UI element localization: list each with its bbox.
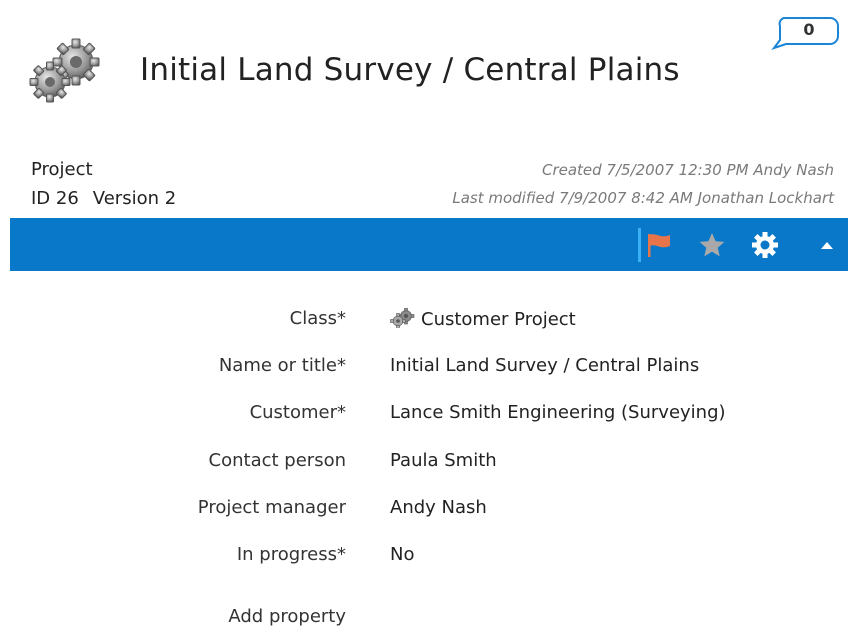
property-label: Contact person	[208, 450, 346, 471]
object-id: ID 26	[31, 188, 79, 209]
property-value-contact-person[interactable]: Paula Smith	[390, 450, 497, 471]
property-value-project-manager[interactable]: Andy Nash	[390, 497, 487, 518]
property-row-contact-person: Contact person Paula Smith	[0, 450, 848, 480]
add-property-link[interactable]: Add property	[228, 606, 346, 627]
comments-badge[interactable]: 0	[770, 14, 840, 50]
object-id-version: ID 26 Version 2	[31, 188, 176, 209]
gears-icon	[390, 307, 416, 333]
created-info: Created 7/5/2007 12:30 PM Andy Nash	[541, 161, 834, 179]
property-value-text: Customer Project	[421, 309, 576, 330]
property-value-class[interactable]: Customer Project	[390, 307, 576, 333]
property-value-customer[interactable]: Lance Smith Engineering (Surveying)	[390, 402, 726, 423]
property-label: Name or title*	[218, 355, 346, 376]
property-row-project-manager: Project manager Andy Nash	[0, 497, 848, 527]
star-icon[interactable]	[697, 231, 727, 259]
property-row-class: Class* Customer Project	[0, 307, 848, 338]
property-label: Class*	[289, 308, 346, 329]
flag-icon[interactable]	[644, 231, 674, 259]
property-row-customer: Customer* Lance Smith Engineering (Surve…	[0, 402, 848, 432]
toolbar	[10, 218, 848, 271]
page-title: Initial Land Survey / Central Plains	[140, 52, 680, 88]
property-row-name: Name or title* Initial Land Survey / Cen…	[0, 355, 848, 385]
object-version[interactable]: Version 2	[93, 188, 176, 209]
gears-icon	[26, 38, 110, 108]
comment-count: 0	[803, 20, 815, 39]
property-label: Project manager	[197, 497, 346, 518]
property-label: Customer*	[249, 402, 346, 423]
object-type: Project	[31, 159, 93, 180]
gear-icon[interactable]	[750, 231, 780, 259]
property-row-in-progress: In progress* No	[0, 544, 848, 574]
toolbar-divider	[638, 228, 641, 262]
property-value-in-progress[interactable]: No	[390, 544, 414, 565]
collapse-icon[interactable]	[816, 231, 838, 259]
property-label: In progress*	[236, 544, 346, 565]
modified-info: Last modified 7/9/2007 8:42 AM Jonathan …	[452, 189, 834, 207]
property-value-name[interactable]: Initial Land Survey / Central Plains	[390, 355, 699, 376]
